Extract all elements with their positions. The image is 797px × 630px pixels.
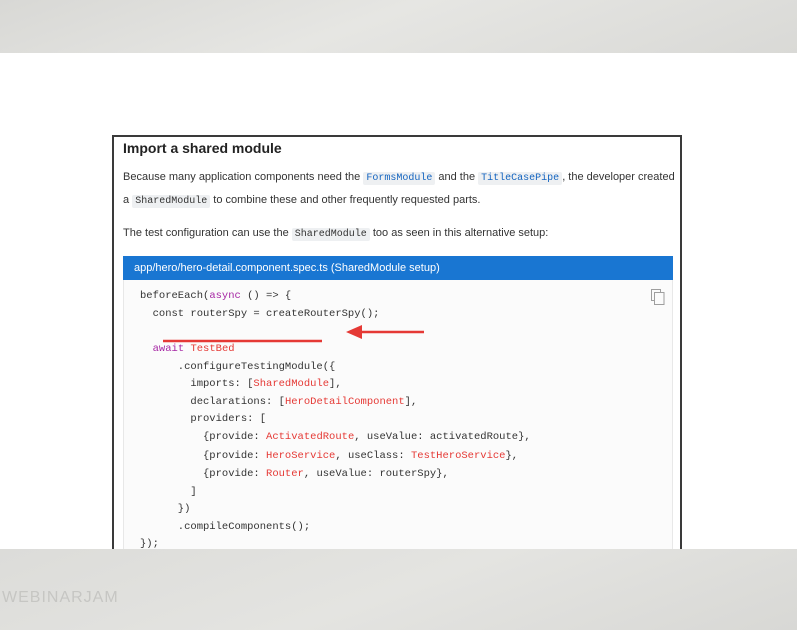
- arrow-head: [346, 325, 362, 339]
- watermark-logo: WEBINARJAM: [2, 589, 119, 606]
- annotation-arrow: [163, 325, 424, 343]
- slide-area: Import a shared module Because many appl…: [0, 53, 797, 571]
- bottom-background-band: [0, 549, 797, 630]
- top-background-band: [0, 0, 797, 53]
